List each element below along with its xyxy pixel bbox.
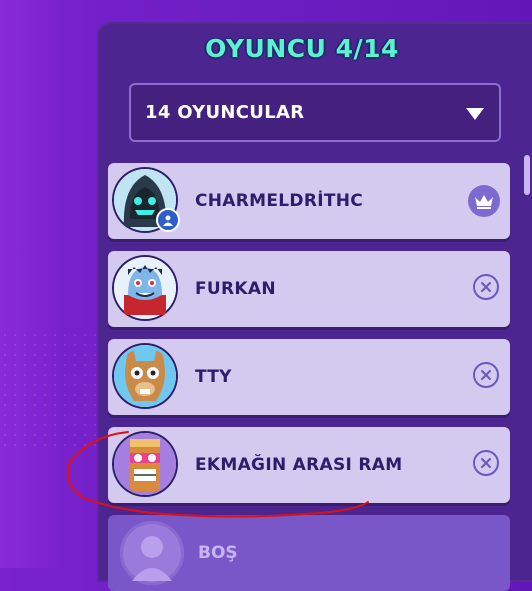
player-card: FURKAN (108, 251, 510, 327)
background-pattern (0, 330, 100, 450)
player-name: CHARMELDRİTHC (195, 191, 364, 211)
player-count-dropdown[interactable]: 14 OYUNCULAR (129, 83, 501, 142)
close-icon (481, 370, 491, 380)
kick-player-button[interactable] (473, 362, 499, 388)
player-name: FURKAN (195, 279, 276, 299)
close-icon (481, 458, 491, 468)
player-name: EKMAĞIN ARASI RAM (195, 455, 403, 475)
player-card: CHARMELDRİTHC (108, 163, 510, 239)
background-strip (0, 0, 60, 568)
llama-avatar-icon (114, 345, 176, 407)
player-avatar (112, 431, 178, 497)
empty-slot-card: BOŞ (108, 515, 510, 591)
player-card: TTY (108, 339, 510, 415)
vampire-avatar-icon (114, 257, 176, 319)
list-scrollbar[interactable] (524, 155, 530, 195)
crown-icon (468, 185, 500, 217)
chevron-down-icon (466, 108, 484, 120)
players-title: OYUNCU 4/14 (205, 34, 399, 63)
empty-avatar-icon (120, 521, 184, 585)
close-icon (481, 282, 491, 292)
player-avatar (112, 255, 178, 321)
user-icon (156, 208, 180, 232)
dropdown-value: 14 OYUNCULAR (145, 102, 305, 123)
empty-slot-label: BOŞ (198, 543, 238, 563)
player-name: TTY (195, 367, 232, 387)
tiki-avatar-icon (114, 433, 176, 495)
kick-player-button[interactable] (473, 274, 499, 300)
player-avatar (112, 343, 178, 409)
player-card: EKMAĞIN ARASI RAM (108, 427, 510, 503)
kick-player-button[interactable] (473, 450, 499, 476)
